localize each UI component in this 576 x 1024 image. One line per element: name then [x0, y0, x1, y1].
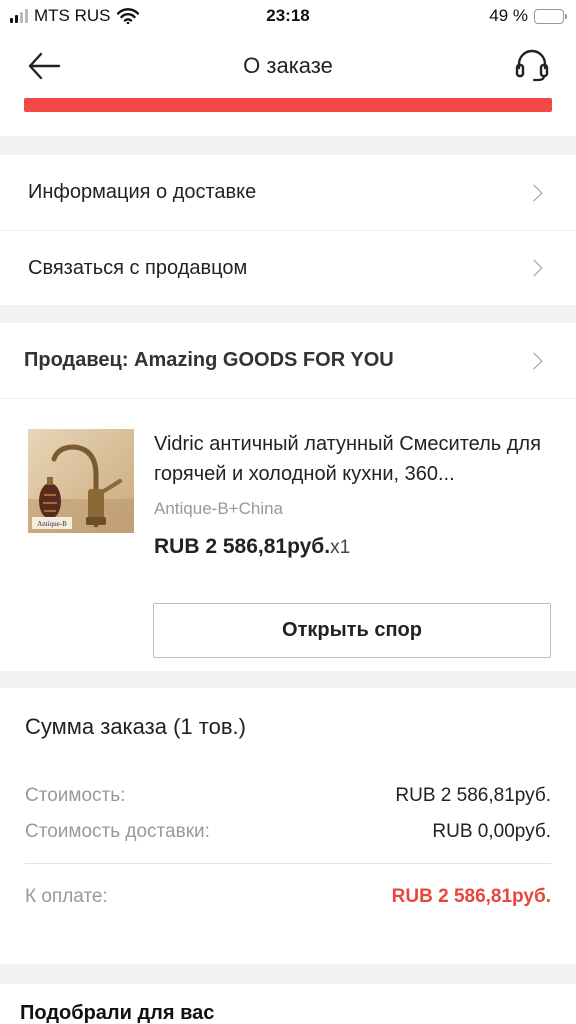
chevron-right-icon: [525, 259, 543, 277]
contact-seller-label: Связаться с продавцом: [28, 256, 248, 279]
headset-icon[interactable]: [514, 48, 550, 82]
delivery-info-label: Информация о доставке: [28, 181, 257, 203]
page-title: О заказе: [243, 53, 333, 78]
cost-value: RUB 2 586,81руб.: [395, 785, 551, 806]
seller-row[interactable]: Продавец: Amazing GOODS FOR YOU: [0, 323, 576, 399]
seller-label: Продавец: Amazing GOODS FOR YOU: [24, 349, 394, 371]
order-progress-fill: [24, 98, 552, 112]
order-items-card: Продавец: Amazing GOODS FOR YOU Antique-…: [0, 323, 576, 671]
faucet-image: Antique-B: [28, 429, 134, 533]
header: О заказе: [0, 34, 576, 136]
product-price: RUB 2 586,81руб.: [154, 535, 331, 558]
summary-title: Сумма заказа (1 тов.): [25, 714, 246, 739]
image-caption: Antique-B: [37, 520, 67, 528]
open-dispute-button[interactable]: Открыть спор: [153, 603, 551, 658]
product-price-line: RUB 2 586,81руб.x1: [154, 535, 350, 559]
contact-seller-item[interactable]: Связаться с продавцом: [0, 230, 576, 305]
order-summary: Сумма заказа (1 тов.) Стоимость: RUB 2 5…: [0, 688, 576, 964]
product-image[interactable]: Antique-B: [28, 429, 134, 533]
product-item: Antique-B Vidric античный латунный Смеси…: [0, 399, 576, 671]
chevron-right-icon: [525, 184, 543, 201]
battery-info: 49 %: [489, 6, 567, 26]
shipping-value: RUB 0,00руб.: [432, 821, 551, 842]
battery-percent: 49 %: [489, 6, 528, 25]
delivery-info-item[interactable]: Информация о доставке: [0, 155, 576, 230]
total-value: RUB 2 586,81руб.: [391, 886, 551, 907]
shipping-label: Стоимость доставки:: [25, 821, 210, 842]
status-bar: MTS RUS 23:18 49 %: [0, 0, 576, 34]
total-label: К оплате:: [25, 886, 108, 907]
cost-label: Стоимость:: [25, 785, 126, 806]
summary-divider: [25, 863, 551, 864]
battery-icon: [534, 8, 567, 24]
order-progress-bar: [24, 98, 552, 112]
cost-row: Стоимость: RUB 2 586,81руб.: [25, 785, 551, 807]
product-quantity: x1: [330, 537, 351, 558]
product-title[interactable]: Vidric античный латунный Смеситель для г…: [154, 429, 554, 489]
recommendations-section: Подобрали для вас: [0, 984, 576, 1024]
shipping-row: Стоимость доставки: RUB 0,00руб.: [25, 821, 551, 843]
order-actions-menu: Информация о доставке Связаться с продав…: [0, 155, 576, 305]
chevron-right-icon: [525, 352, 543, 369]
recommendations-title: Подобрали для вас: [20, 1002, 215, 1024]
total-row: К оплате: RUB 2 586,81руб.: [25, 886, 551, 908]
product-variant: Antique-B+China: [154, 499, 284, 518]
